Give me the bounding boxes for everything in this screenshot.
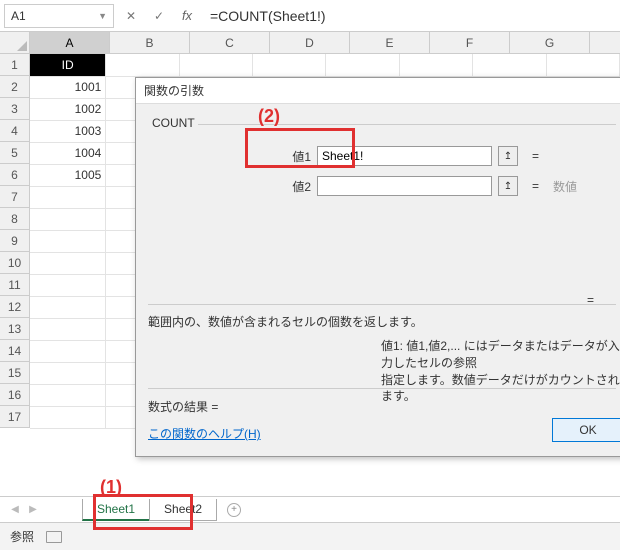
cell-A8[interactable] <box>30 208 106 230</box>
column-header-D[interactable]: D <box>270 32 350 54</box>
row-header-4[interactable]: 4 <box>0 120 30 142</box>
name-box-dropdown-icon[interactable]: ▼ <box>98 11 107 21</box>
sheet-tab-sheet1[interactable]: Sheet1 <box>82 499 150 521</box>
new-sheet-button[interactable]: + <box>222 499 246 521</box>
row-header-16[interactable]: 16 <box>0 384 30 406</box>
column-header-C[interactable]: C <box>190 32 270 54</box>
arg-desc-line1: 値1: 値1,値2,... にはデータまたはデータが入力したセルの参照 <box>381 339 620 370</box>
column-header-H[interactable]: H <box>590 32 620 54</box>
row-header-9[interactable]: 9 <box>0 230 30 252</box>
row-header-7[interactable]: 7 <box>0 186 30 208</box>
fieldset-divider <box>198 124 616 125</box>
fx-icon[interactable]: fx <box>176 5 198 27</box>
row-header-13[interactable]: 13 <box>0 318 30 340</box>
cell-A9[interactable] <box>30 230 106 252</box>
macro-record-icon[interactable] <box>46 531 62 543</box>
cell-A10[interactable] <box>30 252 106 274</box>
arg2-row: 値2 ↥ = 数値 <box>271 173 577 199</box>
cell-A7[interactable] <box>30 186 106 208</box>
row-header-6[interactable]: 6 <box>0 164 30 186</box>
arg1-input[interactable] <box>317 146 492 166</box>
name-box[interactable]: A1 ▼ <box>4 4 114 28</box>
arg1-range-selector-icon[interactable]: ↥ <box>498 146 518 166</box>
formula-result-label: 数式の結果 = <box>148 398 218 415</box>
column-header-A[interactable]: A <box>30 32 110 54</box>
arg2-label: 値2 <box>271 178 311 195</box>
row-header-5[interactable]: 5 <box>0 142 30 164</box>
cell-A12[interactable] <box>30 296 106 318</box>
cell-A4[interactable]: 1003 <box>30 120 106 142</box>
row-header-15[interactable]: 15 <box>0 362 30 384</box>
arg2-input[interactable] <box>317 176 492 196</box>
cell-E1[interactable] <box>326 54 399 76</box>
row-header-8[interactable]: 8 <box>0 208 30 230</box>
column-header-G[interactable]: G <box>510 32 590 54</box>
cell-C1[interactable] <box>179 54 252 76</box>
cancel-icon[interactable]: ✕ <box>120 5 142 27</box>
row-header-12[interactable]: 12 <box>0 296 30 318</box>
function-name-label: COUNT <box>152 116 195 130</box>
select-all-triangle[interactable] <box>0 32 30 54</box>
plus-icon: + <box>227 503 241 517</box>
cell-B1[interactable] <box>106 54 179 76</box>
column-header-B[interactable]: B <box>110 32 190 54</box>
arg1-label: 値1 <box>271 148 311 165</box>
cell-F1[interactable] <box>399 54 472 76</box>
enter-icon[interactable]: ✓ <box>148 5 170 27</box>
help-link[interactable]: この関数のヘルプ(H) <box>148 425 261 442</box>
cell-D1[interactable] <box>253 54 326 76</box>
name-box-text: A1 <box>11 9 98 23</box>
column-header-E[interactable]: E <box>350 32 430 54</box>
dialog-divider-2 <box>148 388 616 389</box>
arg1-equals: = <box>532 149 539 163</box>
cell-A17[interactable] <box>30 406 106 428</box>
column-header-F[interactable]: F <box>430 32 510 54</box>
dialog-title: 関数の引数 <box>136 78 620 104</box>
argument-description: 値1: 値1,値2,... にはデータまたはデータが入力したセルの参照 指定しま… <box>381 338 620 405</box>
status-bar: 参照 <box>0 522 620 550</box>
cell-A15[interactable] <box>30 362 106 384</box>
tab-nav-next-icon[interactable]: ▶ <box>24 504 42 515</box>
annotation-1-label: (1) <box>100 477 122 498</box>
cell-A16[interactable] <box>30 384 106 406</box>
cell-A5[interactable]: 1004 <box>30 142 106 164</box>
arg2-equals: = <box>532 179 539 193</box>
row-header-14[interactable]: 14 <box>0 340 30 362</box>
arg2-hint: 数値 <box>553 178 577 195</box>
cell-G1[interactable] <box>473 54 546 76</box>
function-arguments: 値1 ↥ = 値2 ↥ = 数値 <box>271 143 577 203</box>
ok-button[interactable]: OK <box>552 418 620 442</box>
tab-nav-prev-icon[interactable]: ◀ <box>6 504 24 515</box>
cell-H1[interactable] <box>546 54 619 76</box>
formula-input[interactable]: =COUNT(Sheet1!) <box>204 4 616 28</box>
row-header-1[interactable]: 1 <box>0 54 30 76</box>
sheet-tabs-bar: ◀ ▶ Sheet1 Sheet2 + <box>0 496 620 522</box>
arg2-range-selector-icon[interactable]: ↥ <box>498 176 518 196</box>
row-header-17[interactable]: 17 <box>0 406 30 428</box>
row-header-10[interactable]: 10 <box>0 252 30 274</box>
function-description: 範囲内の、数値が含まれるセルの個数を返します。 <box>148 313 423 330</box>
cell-A2[interactable]: 1001 <box>30 76 106 98</box>
cell-A3[interactable]: 1002 <box>30 98 106 120</box>
cell-A14[interactable] <box>30 340 106 362</box>
row-header-3[interactable]: 3 <box>0 98 30 120</box>
cell-A1[interactable]: ID <box>30 54 106 76</box>
row-header-2[interactable]: 2 <box>0 76 30 98</box>
cell-A11[interactable] <box>30 274 106 296</box>
arg1-row: 値1 ↥ = <box>271 143 577 169</box>
dialog-divider-1 <box>148 304 616 305</box>
cell-A6[interactable]: 1005 <box>30 164 106 186</box>
column-headers: ABCDEFGH <box>30 32 620 54</box>
sheet-tab-sheet2[interactable]: Sheet2 <box>149 499 217 521</box>
cell-A13[interactable] <box>30 318 106 340</box>
status-mode-text: 参照 <box>10 528 34 545</box>
row-headers: 1234567891011121314151617 <box>0 54 30 428</box>
function-arguments-dialog: 関数の引数 COUNT 値1 ↥ = 値2 ↥ = 数値 = 範囲内の、数値が含… <box>135 77 620 457</box>
row-header-11[interactable]: 11 <box>0 274 30 296</box>
formula-bar: A1 ▼ ✕ ✓ fx =COUNT(Sheet1!) <box>0 0 620 32</box>
